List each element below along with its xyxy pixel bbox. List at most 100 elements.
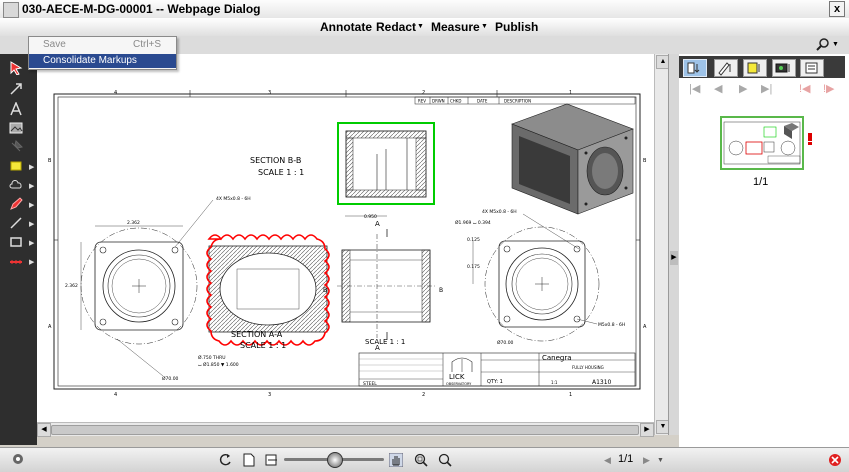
menu-item-save-label: Save [43,39,66,50]
rev-col-rev: REV [418,99,426,104]
dim-thru: Ø.750 THRU [198,354,226,361]
label-b-right: B [439,287,443,294]
prev-markup-icon[interactable]: !◀ [799,82,811,95]
dim-cbore: ⌴ Ø1.850 ▼ 1.600 [198,361,239,368]
tab-markups[interactable] [714,59,738,77]
single-page-icon[interactable] [243,453,255,467]
side-view-scale: SCALE 1 : 1 [365,338,405,346]
resize-grip-icon[interactable] [828,453,842,467]
tab-layers[interactable] [800,59,824,77]
highlight-icon [10,161,22,171]
menu-measure[interactable]: Measure [431,20,480,34]
close-window-button[interactable]: x [829,1,845,17]
first-page-icon[interactable]: |◀ [689,82,700,95]
next-markup-icon[interactable]: !▶ [823,82,835,95]
page-number-value[interactable]: 1/1 [618,453,633,465]
tool-stamp[interactable] [8,120,24,136]
zoom-box-icon[interactable] [414,453,428,467]
tool-select[interactable] [8,60,24,76]
pin-icon [11,140,23,152]
rotate-icon[interactable] [219,453,233,467]
page-thumbnail[interactable] [720,116,804,170]
dim-175: 0.175 [467,264,480,270]
dim-width: 2.362 [127,220,140,226]
tab-notes[interactable] [743,59,767,77]
horizontal-scroll-thumb[interactable] [51,425,639,435]
zoom-slider-knob[interactable] [327,452,343,468]
border-number-bottom-3: 3 [268,392,271,398]
border-letter-a-left: A [48,324,52,330]
markup-list-icon [718,62,731,76]
measure-icon [10,260,22,264]
last-page-icon[interactable]: ▶| [761,82,772,95]
markup-flag-icon [808,133,812,145]
section-aa-scale: SCALE 1 : 1 [240,341,286,350]
stamp-icon [9,122,23,134]
section-aa-title: SECTION A-A [231,330,283,339]
tool-redact[interactable]: ▶ [8,196,34,212]
scroll-left-button[interactable]: ◀ [37,423,51,437]
label-a-top: A [375,220,380,228]
scroll-right-button[interactable]: ▶ [640,423,654,437]
tool-cloud[interactable]: ▶ [8,177,34,193]
section-aa-view [208,245,328,333]
thumbnails-icon [687,62,700,74]
menu-publish[interactable]: Publish [495,20,538,34]
drawing-number: A1310 [592,379,612,386]
menu-redact[interactable]: Redact [376,20,416,34]
tool-arrow[interactable] [8,81,24,97]
dim-height: 2.362 [65,283,78,289]
border-number-top-1: 1 [569,90,572,96]
page-prev-arrow[interactable]: ◀ [604,455,611,466]
next-page-icon[interactable]: ▶ [739,82,747,95]
dim-dia-right: Ø70.00 [497,339,514,346]
search-dropdown-arrow[interactable]: ▼ [832,41,839,48]
horizontal-scrollbar[interactable]: ◀ ▶ [37,422,654,437]
menu-item-consolidate-markups[interactable]: Consolidate Markups [29,54,176,68]
thumbnail-panel: |◀ ◀ ▶ ▶| !◀ !▶ 1/1 [679,54,849,447]
quantity: QTY: 1 [487,379,503,385]
status-bar: ◀ 1/1 ▶ ▼ [0,447,849,472]
company-sub: OBSERVATORY [446,382,472,386]
tool-pin[interactable] [8,139,24,155]
window-title: 030-AECE-M-DG-00001 -- Webpage Dialog [22,2,261,16]
tool-line[interactable]: ▶ [8,215,34,231]
thumbnail-nav: |◀ ◀ ▶ ▶| !◀ !▶ [679,80,845,100]
tool-rectangle[interactable]: ▶ [8,234,34,250]
tool-measure[interactable]: ▶ [8,253,34,269]
search-icon[interactable] [816,38,830,52]
tab-images[interactable] [772,59,796,77]
border-letter-a-right: A [643,324,647,330]
zoom-icon[interactable] [438,453,452,467]
menu-annotate[interactable]: Annotate [320,20,372,34]
collapse-panel-button[interactable]: ▶ [670,251,678,265]
document-viewer[interactable]: 4 3 2 1 4 3 2 1 B A B A REV DRWN CHKD DA… [37,54,654,422]
border-number-top-3: 3 [268,90,271,96]
label-b-left: B [323,287,327,294]
menu-redact-arrow[interactable]: ▼ [417,23,424,30]
border-number-top-2: 2 [422,90,425,96]
tab-thumbnails[interactable] [683,59,707,77]
page-dropdown-arrow[interactable]: ▼ [657,457,664,464]
border-number-top-4: 4 [114,90,117,96]
menu-measure-arrow[interactable]: ▼ [481,23,488,30]
rev-col-chkd: CHKD [450,99,462,104]
page-next-arrow[interactable]: ▶ [643,455,650,466]
text-icon [10,102,22,116]
notes-icon [747,62,760,74]
fit-width-icon[interactable] [265,453,279,467]
tool-highlight[interactable]: ▶ [8,158,34,174]
menu-item-save[interactable]: Save Ctrl+S [29,38,176,52]
tool-text[interactable] [8,101,24,117]
cloud-icon [9,179,22,189]
pan-hand-icon[interactable] [389,453,403,467]
app-icon [3,2,19,18]
section-bb-title: SECTION B-B [250,156,301,165]
vertical-scrollbar[interactable]: ▲ ▼ [654,54,670,435]
pen-icon [10,197,23,210]
rectangle-icon [10,237,22,247]
company-name: LICK [449,373,465,381]
rev-col-date: DATE [477,99,488,104]
hole-note-right: 4X M5x0.8 - 6H [482,209,517,215]
prev-page-icon[interactable]: ◀ [714,82,722,95]
